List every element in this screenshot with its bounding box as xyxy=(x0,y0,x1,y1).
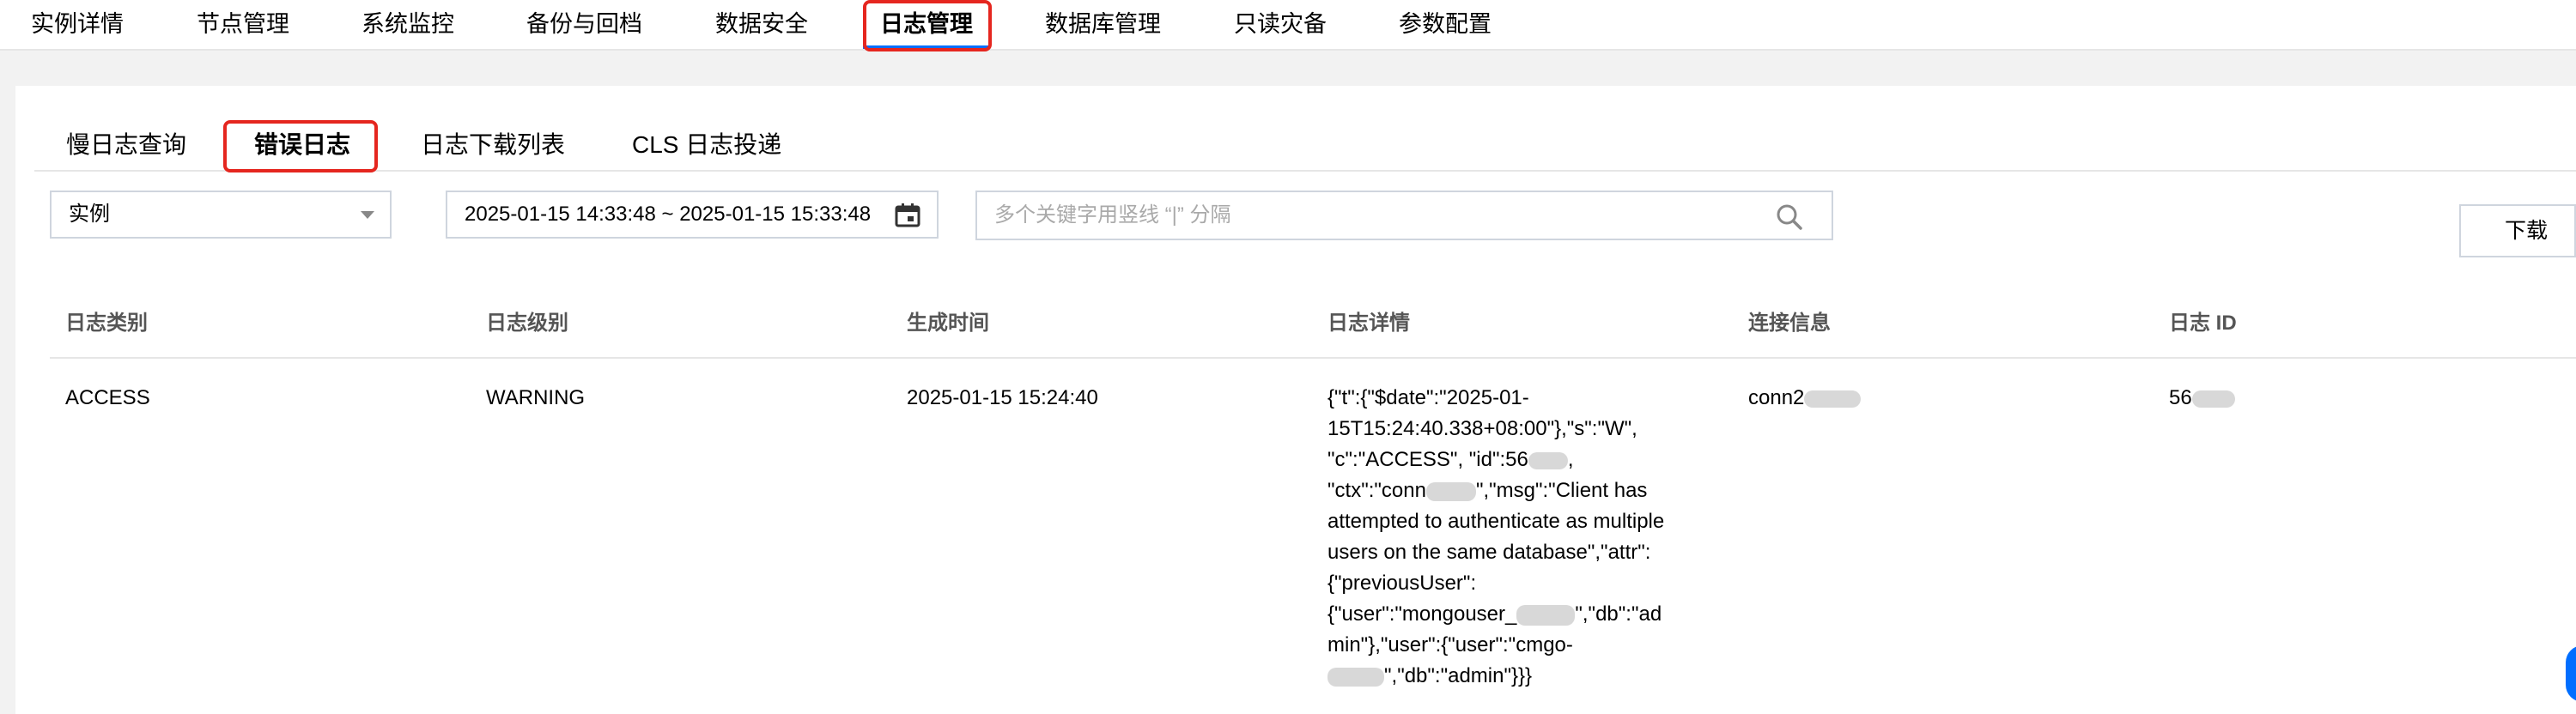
subtab-slow-log[interactable]: 慢日志查询 xyxy=(66,120,186,170)
col-header-category: 日志类别 xyxy=(65,312,148,335)
date-range-value: 2025-01-15 14:33:48 ~ 2025-01-15 15:33:4… xyxy=(465,203,872,226)
detail-line-2: 15T15:24:40.338+08:00"},"s":"W", xyxy=(1327,417,1637,440)
col-header-log-id: 日志 ID xyxy=(2169,312,2237,335)
cell-level: WARNING xyxy=(486,386,586,409)
cell-log-id: 56 xyxy=(2169,383,2235,414)
instance-select-value: 实例 xyxy=(69,203,110,226)
instance-select[interactable]: 实例 xyxy=(50,191,392,239)
calendar-icon[interactable] xyxy=(895,203,920,227)
detail-line-7: {"previousUser": xyxy=(1327,572,1477,595)
subtab-log-download-list[interactable]: 日志下载列表 xyxy=(421,120,565,170)
search-icon[interactable] xyxy=(1776,203,1803,231)
detail-line-1: {"t":{"$date":"2025-01- xyxy=(1327,386,1529,409)
date-range-picker[interactable]: 2025-01-15 14:33:48 ~ 2025-01-15 15:33:4… xyxy=(446,191,939,239)
tab-readonly-disaster-recovery[interactable]: 只读灾备 xyxy=(1234,0,1327,49)
tab-data-security[interactable]: 数据安全 xyxy=(715,0,808,49)
col-header-time: 生成时间 xyxy=(907,312,989,335)
table-header: 日志类别 日志级别 生成时间 日志详情 连接信息 日志 ID xyxy=(50,300,2576,359)
redacted-blur xyxy=(2191,390,2235,408)
cell-detail: {"t":{"$date":"2025-01- 15T15:24:40.338+0… xyxy=(1327,383,1757,692)
redacted-blur xyxy=(1425,481,1476,501)
keyword-search-input[interactable]: 多个关键字用竖线 “|” 分隔 xyxy=(975,191,1833,240)
redacted-blur xyxy=(1516,604,1576,626)
col-header-connection: 连接信息 xyxy=(1748,312,1831,335)
tab-database-management[interactable]: 数据库管理 xyxy=(1045,0,1161,49)
top-nav: 实例详情 节点管理 系统监控 备份与回档 数据安全 日志管理 数据库管理 只读灾… xyxy=(0,0,2576,51)
redacted-blur xyxy=(1528,451,1568,469)
detail-line-9: min"},"user":{"user":"cmgo- xyxy=(1327,633,1573,657)
subtab-cls-delivery[interactable]: CLS 日志投递 xyxy=(632,120,781,170)
cell-category: ACCESS xyxy=(65,386,150,409)
caret-down-icon xyxy=(361,211,374,219)
detail-line-5: attempted to authenticate as multiple xyxy=(1327,510,1665,533)
redacted-blur xyxy=(1804,390,1862,408)
col-header-detail: 日志详情 xyxy=(1327,312,1410,335)
detail-line-10: ","db":"admin"}}} xyxy=(1327,661,1757,692)
cell-connection: conn2 xyxy=(1748,383,1862,414)
redacted-blur xyxy=(1327,667,1384,687)
detail-line-3: "c":"ACCESS", "id":56, xyxy=(1327,448,1574,471)
tab-parameter-config[interactable]: 参数配置 xyxy=(1399,0,1492,49)
detail-line-4: "ctx":"conn ","msg":"Client has xyxy=(1327,479,1648,502)
col-header-level: 日志级别 xyxy=(486,312,568,335)
tab-node-management[interactable]: 节点管理 xyxy=(197,0,289,49)
search-placeholder: 多个关键字用竖线 “|” 分隔 xyxy=(994,203,1231,227)
floating-help-button[interactable] xyxy=(2566,645,2576,702)
highlight-box-log-management xyxy=(863,0,992,51)
detail-line-8: {"user":"mongouser_ ","db":"ad xyxy=(1327,602,1662,626)
highlight-box-error-log xyxy=(223,120,378,172)
download-button[interactable]: 下载 xyxy=(2459,204,2576,257)
tab-backup-rollback[interactable]: 备份与回档 xyxy=(526,0,642,49)
detail-line-6: users on the same database","attr": xyxy=(1327,541,1651,564)
cell-time: 2025-01-15 15:24:40 xyxy=(907,386,1098,409)
log-sub-tabs: 慢日志查询 错误日志 日志下载列表 CLS 日志投递 xyxy=(34,120,2576,172)
tab-instance-details[interactable]: 实例详情 xyxy=(31,0,124,49)
table-row: ACCESS WARNING 2025-01-15 15:24:40 {"t":… xyxy=(0,357,2526,714)
tab-system-monitoring[interactable]: 系统监控 xyxy=(361,0,454,49)
